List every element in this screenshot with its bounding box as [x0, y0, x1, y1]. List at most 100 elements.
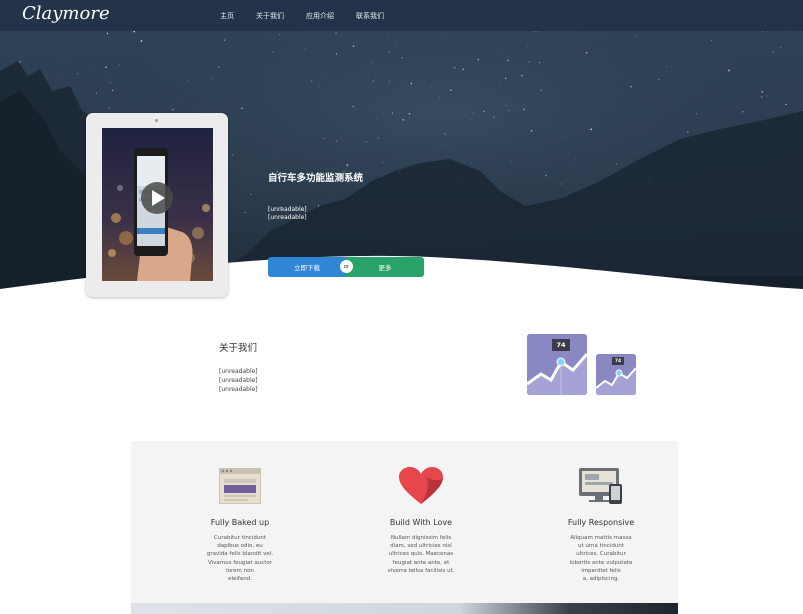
star	[221, 101, 223, 102]
star	[108, 75, 110, 77]
star	[785, 103, 787, 106]
star	[95, 92, 97, 94]
hero-title: 自行车多功能监测系统	[268, 173, 364, 184]
about-text-line-2: [unreadable]	[219, 377, 258, 384]
star	[111, 89, 114, 92]
star	[761, 90, 764, 93]
hero-subtitle-line-1: [unreadable]	[268, 206, 307, 213]
star	[470, 118, 471, 120]
about-text-line-1: [unreadable]	[219, 368, 258, 375]
star	[178, 100, 180, 102]
star	[401, 56, 403, 59]
star	[477, 59, 479, 61]
star	[276, 156, 278, 158]
nav-link-about[interactable]: 关于我们	[256, 11, 284, 21]
star	[483, 110, 485, 113]
more-button[interactable]: 更多	[346, 257, 424, 277]
stat-card-large: 74	[527, 334, 587, 395]
star	[587, 129, 589, 130]
star	[450, 89, 452, 91]
feature-description: Nullam dignissim felis diam, sed ultrici…	[387, 535, 455, 574]
star	[530, 129, 533, 132]
star	[772, 51, 774, 53]
feature-title: Fully Baked up	[210, 518, 270, 527]
logo[interactable]: Claymore	[22, 3, 110, 24]
star	[565, 137, 566, 139]
star	[235, 55, 236, 56]
star	[376, 118, 378, 120]
star	[489, 107, 491, 109]
star	[371, 61, 373, 63]
star	[311, 80, 313, 82]
star	[241, 107, 243, 110]
star	[396, 41, 398, 42]
star	[523, 108, 525, 111]
star	[536, 31, 538, 32]
star	[687, 131, 689, 133]
star	[304, 48, 306, 50]
star	[634, 57, 636, 59]
nav-link-app[interactable]: 应用介绍	[306, 11, 334, 21]
star	[782, 66, 783, 67]
star	[766, 95, 768, 97]
star	[94, 68, 96, 70]
nav-link-home[interactable]: 主页	[220, 11, 234, 21]
star	[250, 193, 252, 195]
star	[386, 32, 388, 34]
star	[521, 74, 523, 77]
star	[410, 82, 413, 85]
star	[444, 133, 446, 135]
heart-icon	[399, 467, 443, 504]
star	[372, 80, 375, 83]
star	[118, 64, 120, 65]
nav-links: 主页 关于我们 应用介绍 联系我们	[220, 0, 384, 31]
star	[760, 96, 763, 98]
star	[187, 79, 189, 81]
star	[65, 59, 66, 61]
feature-description: Aliquam mattis massa ut urna tincidunt u…	[569, 535, 633, 583]
star	[388, 51, 390, 53]
browser-window-icon	[219, 468, 261, 504]
stat-value-small: 74	[612, 357, 624, 365]
star	[423, 115, 425, 116]
tablet-mockup	[86, 113, 228, 297]
star	[211, 77, 213, 80]
star	[561, 183, 563, 185]
star	[728, 69, 730, 72]
star	[391, 112, 394, 114]
star	[335, 140, 338, 142]
star	[418, 75, 419, 76]
tablet-camera	[155, 119, 158, 122]
star	[263, 132, 264, 134]
star	[540, 89, 542, 91]
stat-card-small: 74	[596, 354, 636, 395]
star	[635, 35, 637, 37]
star	[18, 61, 21, 63]
star	[430, 86, 432, 88]
star	[780, 46, 782, 49]
star	[402, 118, 405, 121]
next-section-preview	[131, 603, 678, 614]
star	[533, 31, 535, 33]
star	[575, 158, 577, 160]
hero-cta-group: 立即下载 更多 or	[268, 257, 424, 277]
tablet-screen-video[interactable]	[102, 128, 213, 281]
star	[60, 52, 62, 54]
star	[780, 87, 782, 89]
star	[588, 62, 589, 64]
features-section: Fully Baked up Curabitur tincidunt dapib…	[131, 441, 678, 614]
nav-link-contact[interactable]: 联系我们	[356, 11, 384, 21]
star	[76, 72, 79, 75]
star	[499, 81, 501, 83]
star	[317, 205, 320, 207]
star	[630, 86, 632, 88]
star	[382, 161, 384, 163]
hero-subtitle-line-2: [unreadable]	[268, 214, 307, 221]
star	[352, 105, 354, 107]
star	[105, 66, 107, 68]
download-button[interactable]: 立即下载	[268, 257, 346, 277]
star	[244, 211, 246, 214]
star	[334, 139, 336, 140]
feature-description: Curabitur tincidunt dapibus odio, eu gra…	[206, 535, 274, 583]
star	[511, 161, 512, 163]
